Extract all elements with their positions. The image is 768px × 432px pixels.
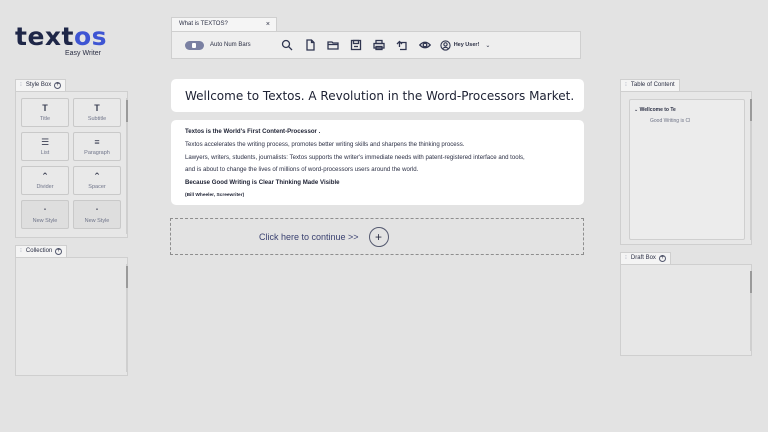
toc-title: Table of Content (630, 82, 675, 88)
user-greeting: Hey User! (453, 42, 480, 48)
save-icon[interactable] (349, 38, 363, 52)
user-menu[interactable]: Hey User! ⌄ (440, 39, 490, 51)
paragraph-icon: ≡ (94, 136, 100, 147)
style-tile-title[interactable]: T Title (21, 98, 69, 127)
toc-panel: ⌄ Wellcome to Te Good Writing is Cl (620, 91, 752, 245)
body-quote: Because Good Writing is Clear Thinking M… (185, 179, 340, 187)
user-avatar-icon (440, 39, 451, 51)
drag-handle-icon[interactable]: ⁝ (625, 80, 627, 91)
collection-panel (15, 257, 128, 376)
style-box-scroll-thumb[interactable] (126, 100, 128, 122)
logo-subtitle: Easy Writer (64, 50, 101, 57)
body-line: Textos is the World's First Content-Proc… (185, 128, 321, 135)
draft-box-tab[interactable]: ⁝ Draft Box + (620, 252, 671, 264)
continue-dropzone[interactable]: Click here to continue >> + (170, 218, 584, 255)
chevron-down-icon[interactable]: ⌄ (634, 107, 638, 113)
style-tile-label: Divider (36, 183, 54, 190)
style-tile-spacer[interactable]: ⌃ Spacer (73, 166, 121, 195)
app-logo: textos Easy Writer (15, 22, 108, 58)
toc-item[interactable]: ⌄ Wellcome to Te (634, 107, 676, 113)
spacer-icon: ⌃ (93, 170, 101, 181)
toc-subitem[interactable]: Good Writing is Cl (650, 118, 690, 124)
style-tile-new-style[interactable]: • New Style (73, 200, 121, 229)
preview-icon[interactable] (418, 38, 432, 52)
style-box-tab[interactable]: ⁝ Style Box + (15, 79, 67, 91)
style-box-panel: T Title T Subtitle ☰ List ≡ Paragraph ⌃ … (15, 91, 128, 238)
logo-wordmark: textos (15, 22, 108, 51)
draft-box-title: Draft Box (630, 255, 656, 261)
collection-scroll-thumb[interactable] (126, 266, 128, 288)
folder-icon[interactable] (326, 38, 340, 52)
draft-box-scroll-thumb[interactable] (750, 271, 752, 293)
add-draft-icon[interactable]: + (658, 255, 666, 262)
document-tab-title: What is TEXTOS? (179, 21, 228, 27)
style-tile-label: Spacer (88, 183, 106, 190)
body-quote-attribution: (Bill Wheeler, Screewriter) (185, 192, 245, 198)
style-tile-new-style[interactable]: • New Style (21, 200, 69, 229)
style-tile-label: List (40, 149, 50, 156)
collection-tab[interactable]: ⁝ Collection + (15, 245, 68, 257)
main-toolbar: Auto Num Bars Hey User! ⌄ (171, 31, 581, 59)
style-box-title: Style Box (25, 82, 52, 88)
style-tile-paragraph[interactable]: ≡ Paragraph (73, 132, 121, 161)
auto-num-bars-label: Auto Num Bars (210, 42, 251, 48)
drag-handle-icon[interactable]: ⁝ (625, 253, 627, 264)
add-collection-icon[interactable]: + (55, 248, 63, 255)
search-icon[interactable] (280, 38, 294, 52)
drag-handle-icon[interactable]: ⁝ (20, 246, 22, 257)
style-tile-label: New Style (84, 217, 110, 224)
style-tile-label: Title (39, 115, 51, 122)
style-tiles: T Title T Subtitle ☰ List ≡ Paragraph ⌃ … (21, 98, 121, 229)
document-tab[interactable]: What is TEXTOS? × (171, 17, 277, 31)
subtitle-icon: T (94, 102, 100, 113)
style-tile-subtitle[interactable]: T Subtitle (73, 98, 121, 127)
add-block-button[interactable]: + (368, 226, 389, 247)
style-tile-divider[interactable]: ⌃ Divider (21, 166, 69, 195)
document-headline[interactable]: Wellcome to Textos. A Revolution in the … (171, 79, 584, 112)
new-file-icon[interactable] (303, 38, 317, 52)
add-style-icon[interactable]: + (54, 82, 62, 89)
dot-icon: • (96, 206, 98, 213)
continue-link[interactable]: Click here to continue >> (259, 232, 359, 242)
toc-list: ⌄ Wellcome to Te Good Writing is Cl (629, 99, 745, 240)
body-line: Lawyers, writers, students, journalists:… (185, 153, 525, 161)
list-icon: ☰ (40, 136, 50, 147)
collection-title: Collection (25, 248, 53, 254)
auto-num-bars-toggle[interactable] (185, 40, 204, 50)
title-icon: T (42, 102, 48, 113)
dot-icon: • (44, 206, 46, 213)
print-icon[interactable] (372, 38, 386, 52)
body-line: and is about to change the lives of mill… (185, 166, 419, 174)
chevron-down-icon[interactable]: ⌄ (485, 42, 490, 49)
style-tile-label: New Style (32, 217, 58, 224)
close-tab-icon[interactable]: × (266, 18, 270, 31)
export-icon[interactable] (395, 38, 409, 52)
body-line: Textos accelerates the writing process, … (185, 140, 465, 148)
toc-tab[interactable]: ⁝ Table of Content (620, 79, 680, 91)
draft-box-panel (620, 264, 752, 356)
toc-scroll-thumb[interactable] (750, 99, 752, 121)
style-tile-list[interactable]: ☰ List (21, 132, 69, 161)
document-body[interactable]: Textos is the World's First Content-Proc… (171, 120, 584, 205)
style-tile-label: Subtitle (87, 115, 107, 122)
style-tile-label: Paragraph (84, 149, 110, 156)
toc-item-label: Wellcome to Te (639, 107, 676, 113)
drag-handle-icon[interactable]: ⁝ (20, 80, 22, 91)
divider-icon: ⌃ (41, 170, 49, 181)
